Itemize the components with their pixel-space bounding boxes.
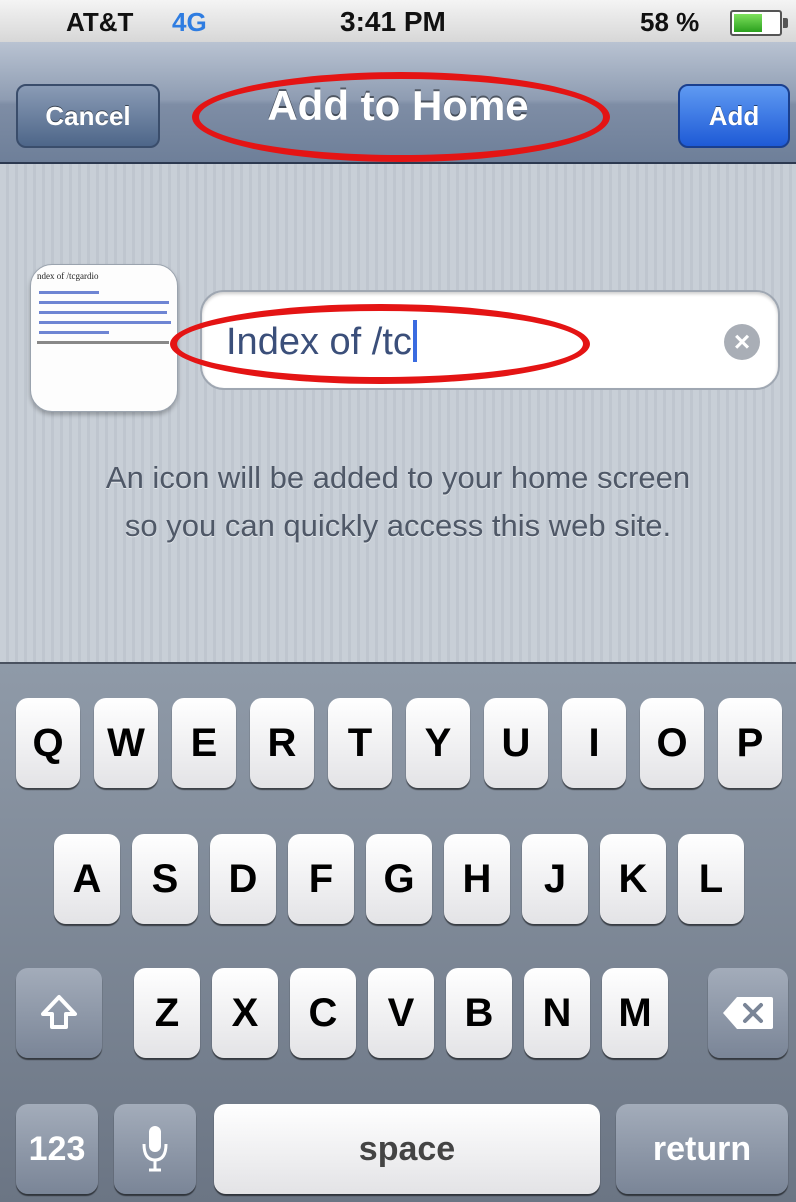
thumbnail-title: ndex of /tcgardio [37,271,99,281]
key-c[interactable]: C [290,968,356,1058]
key-b[interactable]: B [446,968,512,1058]
carrier-label: AT&T [66,7,134,37]
network-type: 4G [172,7,207,37]
key-j[interactable]: J [522,834,588,924]
status-bar: AT&T 4G 3:41 PM 58 % [0,0,796,53]
add-button[interactable]: Add [678,84,790,148]
space-key[interactable]: space [214,1104,600,1194]
title-highlight-ellipse [192,72,610,162]
microphone-icon [142,1126,168,1172]
key-w[interactable]: W [94,698,158,788]
key-n[interactable]: N [524,968,590,1058]
info-line-1: An icon will be added to your home scree… [105,460,691,495]
signal-strength-icon [14,22,48,53]
backspace-icon [723,997,773,1029]
key-t[interactable]: T [328,698,392,788]
key-m[interactable]: M [602,968,668,1058]
battery-icon [730,10,788,36]
clock: 3:41 PM [340,6,446,37]
key-a[interactable]: A [54,834,120,924]
key-g[interactable]: G [366,834,432,924]
key-x[interactable]: X [212,968,278,1058]
delete-key[interactable] [708,968,788,1058]
key-i[interactable]: I [562,698,626,788]
navigation-bar: Cancel Add to Home Add [0,42,796,164]
key-k[interactable]: K [600,834,666,924]
key-e[interactable]: E [172,698,236,788]
key-r[interactable]: R [250,698,314,788]
key-q[interactable]: Q [16,698,80,788]
key-v[interactable]: V [368,968,434,1058]
key-o[interactable]: O [640,698,704,788]
key-p[interactable]: P [718,698,782,788]
info-line-2: so you can quickly access this web site. [124,508,672,543]
keyboard: Q W E R T Y U I O P A S D F G H J K L Z … [0,662,796,1202]
shift-key[interactable] [16,968,102,1058]
clear-text-icon[interactable]: × [724,324,760,360]
numbers-key[interactable]: 123 [16,1104,98,1194]
cancel-button[interactable]: Cancel [16,84,160,148]
key-h[interactable]: H [444,834,510,924]
webpage-thumbnail: ndex of /tcgardio [30,264,178,412]
shift-arrow-icon [41,995,77,1029]
add-to-home-panel: ndex of /tcgardio Index of /tc × An icon… [0,164,796,662]
key-z[interactable]: Z [134,968,200,1058]
key-d[interactable]: D [210,834,276,924]
key-l[interactable]: L [678,834,744,924]
key-f[interactable]: F [288,834,354,924]
key-y[interactable]: Y [406,698,470,788]
field-highlight-ellipse [170,304,590,384]
key-u[interactable]: U [484,698,548,788]
key-s[interactable]: S [132,834,198,924]
battery-percent: 58 % [640,7,700,37]
info-text: An icon will be added to your home scree… [0,454,796,550]
dictation-key[interactable] [114,1104,196,1194]
return-key[interactable]: return [616,1104,788,1194]
